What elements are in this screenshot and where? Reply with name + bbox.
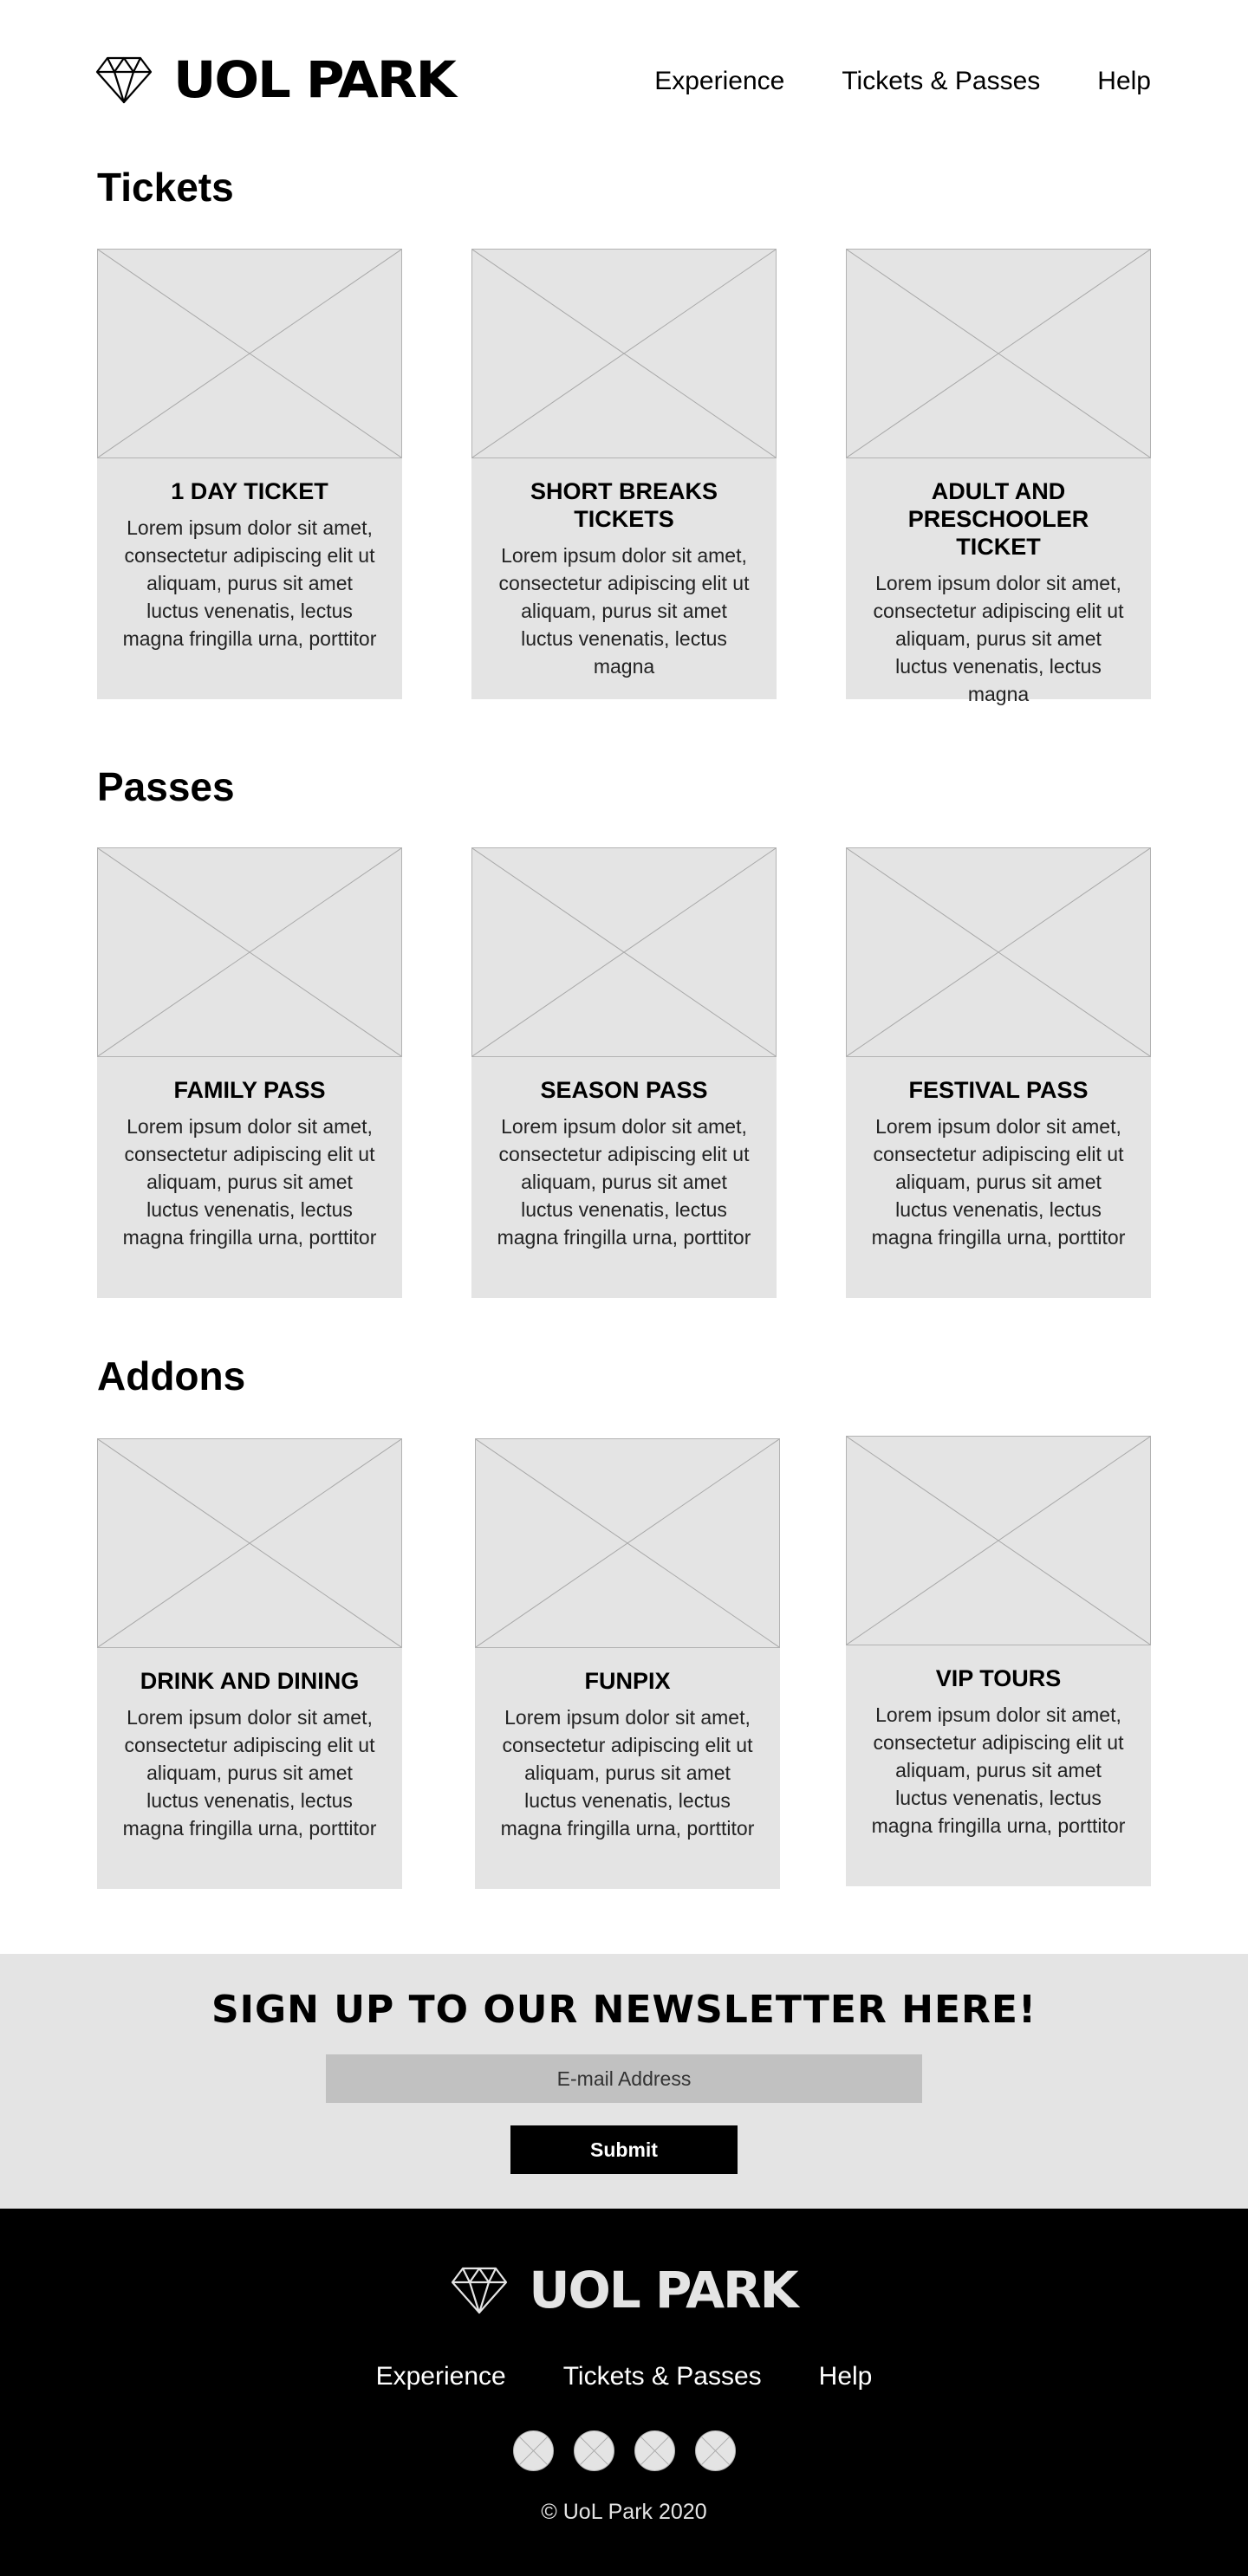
social-icon[interactable]	[573, 2430, 614, 2471]
card-title: ADULT AND PRESCHOOLER TICKET	[907, 478, 1089, 560]
main-nav: Experience Tickets & Passes Help	[654, 62, 1151, 101]
social-icon[interactable]	[694, 2430, 736, 2471]
social-links	[0, 2430, 1248, 2471]
card-description: Lorem ipsum dolor sit amet, consectetur …	[500, 1706, 755, 1840]
diamond-icon	[95, 56, 153, 104]
card-title: SEASON PASS	[540, 1077, 708, 1103]
nav-experience[interactable]: Experience	[654, 62, 784, 101]
card-season-pass[interactable]: SEASON PASS Lorem ipsum dolor sit amet, …	[471, 847, 777, 1298]
card-description: Lorem ipsum dolor sit amet, consectetur …	[873, 572, 1124, 705]
card-funpix[interactable]: FUNPIX Lorem ipsum dolor sit amet, conse…	[475, 1438, 780, 1889]
card-title: VIP TOURS	[935, 1665, 1062, 1691]
image-placeholder	[846, 847, 1151, 1057]
card-title: FUNPIX	[584, 1668, 671, 1694]
card-adult-preschooler-ticket[interactable]: ADULT AND PRESCHOOLER TICKET Lorem ipsum…	[846, 249, 1151, 705]
card-short-breaks-tickets[interactable]: SHORT BREAKS TICKETS Lorem ipsum dolor s…	[471, 249, 777, 699]
image-placeholder	[97, 249, 402, 458]
image-placeholder	[471, 847, 777, 1057]
brand-name: UOL PARK	[173, 50, 457, 109]
card-vip-tours[interactable]: VIP TOURS Lorem ipsum dolor sit amet, co…	[846, 1436, 1151, 1886]
image-placeholder	[846, 249, 1151, 458]
image-placeholder	[846, 1436, 1151, 1645]
footer-logo[interactable]: UOL PARK	[0, 2264, 1248, 2316]
footer-brand-name: UOL PARK	[529, 2261, 798, 2320]
logo[interactable]: UOL PARK	[95, 54, 457, 106]
card-title: FESTIVAL PASS	[908, 1077, 1089, 1103]
card-family-pass[interactable]: FAMILY PASS Lorem ipsum dolor sit amet, …	[97, 847, 402, 1298]
card-description: Lorem ipsum dolor sit amet, consectetur …	[871, 1703, 1126, 1837]
social-icon[interactable]	[512, 2430, 554, 2471]
section-title-tickets: Tickets	[97, 165, 234, 210]
card-description: Lorem ipsum dolor sit amet, consectetur …	[871, 1115, 1126, 1249]
card-title: 1 DAY TICKET	[171, 478, 328, 504]
footer-nav: Experience Tickets & Passes Help	[0, 2359, 1248, 2394]
footer-nav-tickets-passes[interactable]: Tickets & Passes	[563, 2359, 762, 2394]
card-description: Lorem ipsum dolor sit amet, consectetur …	[498, 544, 750, 678]
section-title-passes: Passes	[97, 764, 235, 809]
card-description: Lorem ipsum dolor sit amet, consectetur …	[122, 1706, 377, 1840]
copyright-text: © UoL Park 2020	[541, 2500, 707, 2524]
card-description: Lorem ipsum dolor sit amet, consectetur …	[122, 516, 377, 650]
image-placeholder	[97, 847, 402, 1057]
card-drink-and-dining[interactable]: DRINK AND DINING Lorem ipsum dolor sit a…	[97, 1438, 402, 1889]
card-description: Lorem ipsum dolor sit amet, consectetur …	[497, 1115, 751, 1249]
card-title: SHORT BREAKS TICKETS	[530, 478, 718, 532]
social-icon[interactable]	[634, 2430, 675, 2471]
site-footer: UOL PARK Experience Tickets & Passes Hel…	[0, 2209, 1248, 2576]
image-placeholder	[471, 249, 777, 458]
newsletter-section: SIGN UP TO OUR NEWSLETTER HERE! Submit	[0, 1954, 1248, 2209]
section-title-addons: Addons	[97, 1353, 246, 1398]
card-title: FAMILY PASS	[173, 1077, 326, 1103]
nav-tickets-passes[interactable]: Tickets & Passes	[842, 62, 1040, 101]
card-festival-pass[interactable]: FESTIVAL PASS Lorem ipsum dolor sit amet…	[846, 847, 1151, 1298]
image-placeholder	[475, 1438, 780, 1648]
diamond-icon	[452, 2267, 508, 2314]
card-description: Lorem ipsum dolor sit amet, consectetur …	[122, 1115, 377, 1249]
submit-button[interactable]: Submit	[510, 2125, 738, 2174]
image-placeholder	[97, 1438, 402, 1648]
newsletter-title: SIGN UP TO OUR NEWSLETTER HERE!	[211, 1988, 1037, 2032]
footer-nav-experience[interactable]: Experience	[376, 2359, 506, 2394]
card-title: DRINK AND DINING	[140, 1668, 360, 1694]
footer-nav-help[interactable]: Help	[819, 2359, 873, 2394]
email-field[interactable]	[326, 2054, 922, 2103]
site-header: UOL PARK Experience Tickets & Passes Hel…	[0, 0, 1248, 165]
card-1-day-ticket[interactable]: 1 DAY TICKET Lorem ipsum dolor sit amet,…	[97, 249, 402, 699]
nav-help[interactable]: Help	[1097, 62, 1151, 101]
